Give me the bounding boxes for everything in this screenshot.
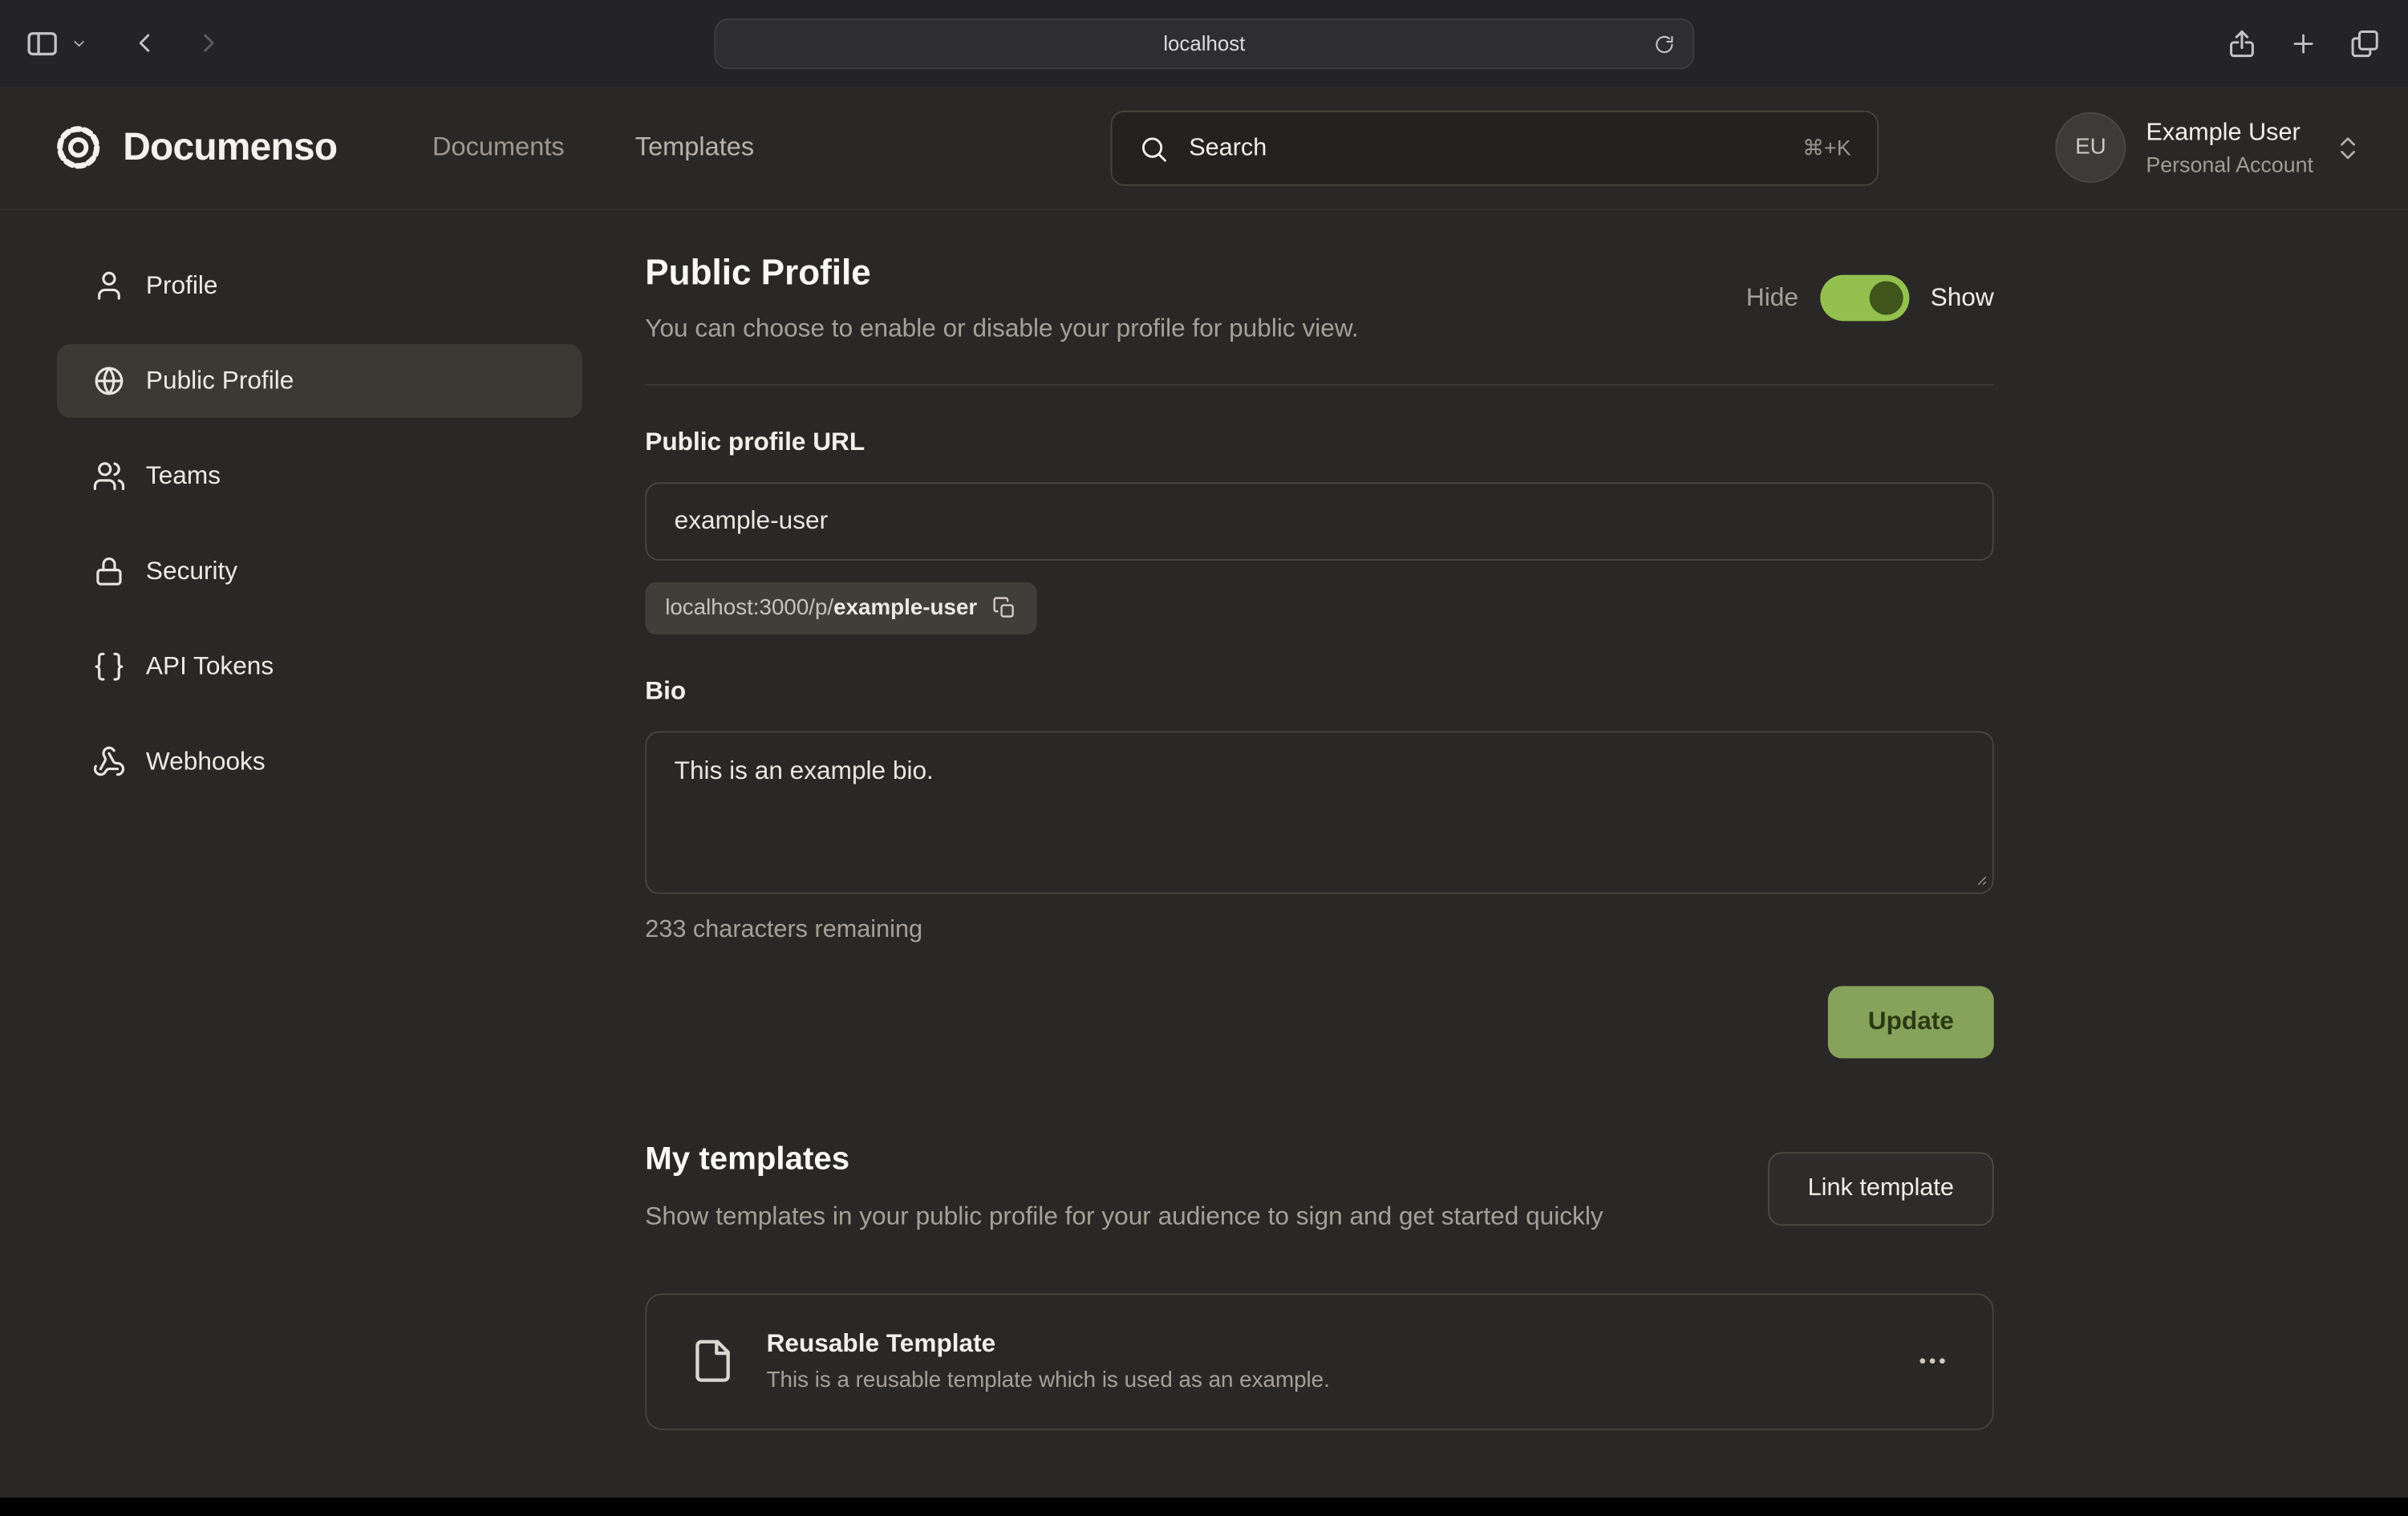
toggle-hide-label: Hide: [1746, 283, 1798, 312]
sidebar-item-label: Security: [146, 557, 237, 586]
brand[interactable]: Documenso: [0, 120, 337, 175]
profile-link-slug: example-user: [833, 596, 977, 621]
template-info: Reusable Template This is a reusable tem…: [767, 1330, 1330, 1393]
template-name: Reusable Template: [767, 1330, 1330, 1359]
tabs-overview-icon[interactable]: [2349, 27, 2381, 59]
toggle-show-label: Show: [1931, 283, 1994, 312]
account-menu[interactable]: EU Example User Personal Account: [2055, 112, 2362, 183]
page-subtitle: You can choose to enable or disable your…: [645, 315, 1358, 344]
templates-title-block: My templates Show templates in your publ…: [645, 1141, 1603, 1238]
sidebar-item-api-tokens[interactable]: API Tokens: [57, 630, 582, 703]
template-card: Reusable Template This is a reusable tem…: [645, 1293, 1993, 1429]
update-button[interactable]: Update: [1828, 986, 1994, 1058]
sidebar-item-webhooks[interactable]: Webhooks: [57, 725, 582, 799]
my-templates-description: Show templates in your public profile fo…: [645, 1197, 1603, 1238]
toggle-knob: [1869, 281, 1903, 314]
sidebar-item-label: Public Profile: [146, 367, 294, 395]
public-url-label: Public profile URL: [645, 428, 1993, 457]
copy-icon: [992, 596, 1017, 621]
profile-link-text: localhost:3000/p/example-user: [665, 596, 977, 621]
reload-icon[interactable]: [1653, 32, 1676, 55]
section-title-block: Public Profile You can choose to enable …: [645, 252, 1358, 344]
bio-textarea[interactable]: [645, 732, 1993, 894]
sidebar-item-security[interactable]: Security: [57, 534, 582, 608]
characters-remaining: 233 characters remaining: [645, 917, 1993, 944]
toolbar-chevron-down-icon[interactable]: [71, 34, 87, 51]
profile-link-pill[interactable]: localhost:3000/p/example-user: [645, 582, 1037, 634]
webhook-icon: [92, 745, 126, 779]
page-title: Public Profile: [645, 252, 1358, 294]
sidebar-item-label: Profile: [146, 271, 218, 300]
profile-visibility-toggle[interactable]: [1820, 275, 1909, 321]
address-bar-url: localhost: [1163, 32, 1245, 55]
copy-link-button[interactable]: [992, 596, 1017, 621]
braces-icon: [92, 650, 126, 683]
search-icon: [1138, 133, 1169, 164]
file-icon: [690, 1338, 736, 1384]
screenshot-stage: localhost Documenso Documents Templates: [0, 0, 2408, 1516]
app-window: Documenso Documents Templates Search ⌘+K…: [0, 86, 2408, 1498]
ellipsis-icon: [1915, 1344, 1949, 1378]
users-icon: [92, 460, 126, 493]
avatar-initials: EU: [2075, 136, 2106, 160]
sidebar-item-public-profile[interactable]: Public Profile: [57, 344, 582, 418]
visibility-toggle-row: Hide Show: [1746, 275, 1994, 321]
documenso-logo-icon: [51, 120, 106, 175]
address-bar[interactable]: localhost: [714, 18, 1694, 69]
new-tab-icon[interactable]: [2288, 28, 2317, 57]
nav-link-templates[interactable]: Templates: [635, 132, 754, 163]
search-shortcut: ⌘+K: [1802, 136, 1851, 162]
link-template-button[interactable]: Link template: [1768, 1153, 1994, 1226]
sidebar-item-label: Webhooks: [146, 748, 266, 776]
sidebar-item-profile[interactable]: Profile: [57, 249, 582, 322]
lock-icon: [92, 554, 126, 588]
globe-icon: [92, 364, 126, 398]
sidebar-item-label: Teams: [146, 461, 221, 490]
brand-name: Documenso: [123, 125, 337, 170]
top-nav: Documents Templates: [432, 132, 754, 163]
public-url-input[interactable]: [645, 482, 1993, 561]
account-type: Personal Account: [2146, 152, 2313, 176]
settings-sidebar: Profile Public Profile Teams Security AP…: [0, 210, 645, 1429]
avatar: EU: [2055, 112, 2126, 183]
template-description: This is a reusable template which is use…: [767, 1368, 1330, 1393]
bio-label: Bio: [645, 678, 1993, 707]
sidebar-item-teams[interactable]: Teams: [57, 440, 582, 513]
sidebar-toggle-icon[interactable]: [25, 26, 60, 61]
account-name: Example User: [2146, 119, 2313, 146]
public-profile-settings: Public Profile You can choose to enable …: [645, 210, 1993, 1429]
nav-link-documents[interactable]: Documents: [432, 132, 565, 163]
template-menu-button[interactable]: [1915, 1344, 1949, 1378]
app-body: Profile Public Profile Teams Security AP…: [0, 210, 2408, 1429]
forward-icon[interactable]: [193, 27, 224, 58]
search-placeholder: Search: [1189, 135, 1267, 162]
section-divider: [645, 384, 1993, 386]
chevrons-up-down-icon: [2333, 133, 2362, 162]
share-icon[interactable]: [2226, 27, 2258, 59]
account-info: Example User Personal Account: [2146, 119, 2313, 176]
profile-link-prefix: localhost:3000/p/: [665, 596, 833, 621]
browser-toolbar: localhost: [0, 0, 2408, 86]
app-header: Documenso Documents Templates Search ⌘+K…: [0, 86, 2408, 210]
resize-handle-icon[interactable]: [1971, 869, 1988, 886]
sidebar-item-label: API Tokens: [146, 652, 274, 681]
back-icon[interactable]: [129, 27, 160, 58]
user-icon: [92, 269, 126, 302]
my-templates-title: My templates: [645, 1141, 1603, 1178]
search-input[interactable]: Search ⌘+K: [1111, 111, 1879, 186]
